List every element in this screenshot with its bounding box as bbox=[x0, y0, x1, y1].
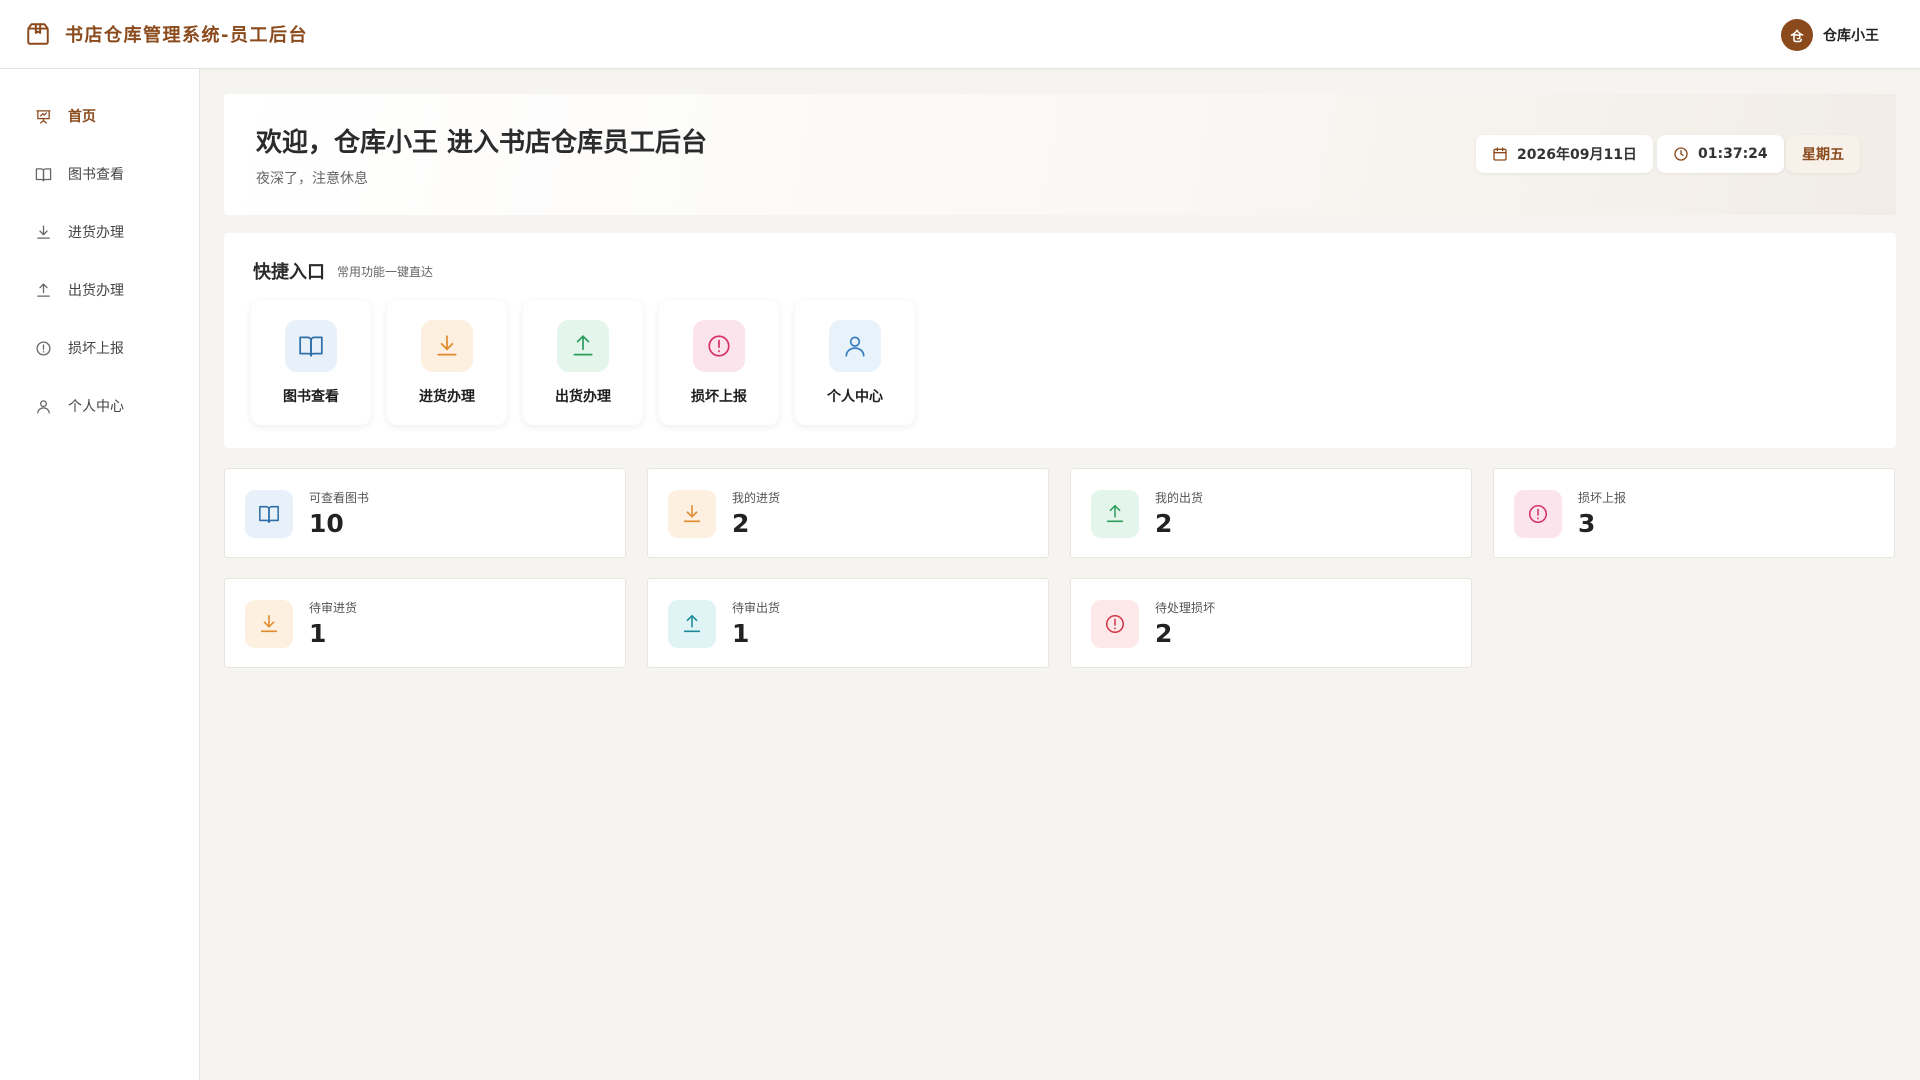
stat-card-my-inbound: 我的进货 2 bbox=[647, 468, 1049, 558]
download-icon bbox=[668, 490, 716, 538]
stat-value: 10 bbox=[309, 509, 344, 538]
current-date: 2026年09月11日 bbox=[1517, 147, 1637, 163]
avatar[interactable]: 仓 bbox=[1781, 19, 1813, 51]
upload-icon bbox=[35, 282, 52, 299]
book-open-icon bbox=[285, 320, 337, 372]
quick-card-label: 损坏上报 bbox=[691, 389, 747, 405]
quick-inbound-card[interactable]: 进货办理 bbox=[387, 300, 507, 425]
alert-circle-icon bbox=[693, 320, 745, 372]
upload-icon bbox=[1091, 490, 1139, 538]
quick-entry-title: 快捷入口 bbox=[253, 262, 325, 283]
quick-outbound-card[interactable]: 出货办理 bbox=[523, 300, 643, 425]
time-chip: 01:37:24 bbox=[1657, 135, 1784, 173]
welcome-banner: 欢迎，仓库小王 进入书店仓库员工后台 夜深了，注意休息 2026年09月11日 … bbox=[224, 94, 1896, 215]
sidebar-item-label: 出货办理 bbox=[68, 283, 124, 299]
app-title: 书店仓库管理系统-员工后台 bbox=[65, 25, 308, 46]
sidebar-item-label: 图书查看 bbox=[68, 167, 124, 183]
brand[interactable]: 书店仓库管理系统-员工后台 bbox=[25, 21, 308, 47]
stat-label: 我的出货 bbox=[1155, 491, 1204, 505]
sidebar-item-outbound[interactable]: 出货办理 bbox=[0, 270, 200, 310]
download-icon bbox=[35, 224, 52, 241]
download-icon bbox=[245, 600, 293, 648]
quick-damage-card[interactable]: 损坏上报 bbox=[659, 300, 779, 425]
book-open-icon bbox=[35, 166, 52, 183]
sidebar-item-inbound[interactable]: 进货办理 bbox=[0, 212, 200, 252]
user-name[interactable]: 仓库小王 bbox=[1823, 25, 1879, 45]
user-menu[interactable]: 仓 仓库小王 bbox=[1781, 19, 1879, 51]
stat-label: 待审进货 bbox=[309, 601, 358, 615]
download-icon bbox=[421, 320, 473, 372]
top-header: 书店仓库管理系统-员工后台 仓 仓库小王 bbox=[0, 0, 1920, 69]
sidebar: 首页 图书查看 进货办理 出货办理 损坏上报 个人中心 bbox=[0, 69, 200, 1080]
quick-card-label: 图书查看 bbox=[283, 389, 339, 405]
alert-circle-icon bbox=[35, 340, 52, 357]
alert-circle-icon bbox=[1091, 600, 1139, 648]
stat-label: 损坏上报 bbox=[1578, 491, 1627, 505]
quick-entry-panel: 快捷入口 常用功能一键直达 图书查看 进货办理 出货办理 损坏上报 个人中心 bbox=[224, 233, 1896, 448]
welcome-subtitle: 夜深了，注意休息 bbox=[256, 171, 368, 187]
sidebar-item-books[interactable]: 图书查看 bbox=[0, 154, 200, 194]
user-icon bbox=[829, 320, 881, 372]
stat-card-books: 可查看图书 10 bbox=[224, 468, 626, 558]
quick-books-card[interactable]: 图书查看 bbox=[251, 300, 371, 425]
sidebar-item-label: 个人中心 bbox=[68, 399, 124, 415]
alert-circle-icon bbox=[1514, 490, 1562, 538]
upload-icon bbox=[668, 600, 716, 648]
stat-value: 2 bbox=[732, 509, 750, 538]
sidebar-item-damage[interactable]: 损坏上报 bbox=[0, 328, 200, 368]
user-icon bbox=[35, 398, 52, 415]
sidebar-item-label: 损坏上报 bbox=[68, 341, 124, 357]
calendar-icon bbox=[1492, 146, 1508, 162]
current-weekday: 星期五 bbox=[1802, 147, 1844, 163]
sidebar-item-label: 进货办理 bbox=[68, 225, 124, 241]
stat-label: 待审出货 bbox=[732, 601, 781, 615]
welcome-title: 欢迎，仓库小王 进入书店仓库员工后台 bbox=[256, 128, 708, 158]
current-time: 01:37:24 bbox=[1698, 146, 1768, 162]
package-icon bbox=[25, 21, 51, 47]
quick-profile-card[interactable]: 个人中心 bbox=[795, 300, 915, 425]
quick-card-label: 出货办理 bbox=[555, 389, 611, 405]
sidebar-item-profile[interactable]: 个人中心 bbox=[0, 386, 200, 426]
presentation-chart-icon bbox=[35, 108, 52, 125]
sidebar-item-home[interactable]: 首页 bbox=[0, 96, 200, 136]
upload-icon bbox=[557, 320, 609, 372]
stat-card-pending-inbound: 待审进货 1 bbox=[224, 578, 626, 668]
book-open-icon bbox=[245, 490, 293, 538]
quick-entry-subtitle: 常用功能一键直达 bbox=[337, 265, 434, 279]
stat-card-pending-damage: 待处理损坏 2 bbox=[1070, 578, 1472, 668]
weekday-chip: 星期五 bbox=[1786, 135, 1860, 173]
stat-card-damage-reports: 损坏上报 3 bbox=[1493, 468, 1895, 558]
stat-label: 可查看图书 bbox=[309, 491, 370, 505]
stat-label: 待处理损坏 bbox=[1155, 601, 1216, 615]
stat-value: 2 bbox=[1155, 509, 1173, 538]
stat-value: 1 bbox=[309, 619, 327, 648]
quick-card-label: 个人中心 bbox=[827, 389, 883, 405]
sidebar-item-label: 首页 bbox=[68, 109, 96, 125]
stat-card-my-outbound: 我的出货 2 bbox=[1070, 468, 1472, 558]
stat-label: 我的进货 bbox=[732, 491, 781, 505]
date-chip: 2026年09月11日 bbox=[1476, 135, 1653, 173]
stat-value: 2 bbox=[1155, 619, 1173, 648]
stat-card-pending-outbound: 待审出货 1 bbox=[647, 578, 1049, 668]
clock-icon bbox=[1673, 146, 1689, 162]
stat-value: 1 bbox=[732, 619, 750, 648]
stat-value: 3 bbox=[1578, 509, 1596, 538]
quick-card-label: 进货办理 bbox=[419, 389, 475, 405]
